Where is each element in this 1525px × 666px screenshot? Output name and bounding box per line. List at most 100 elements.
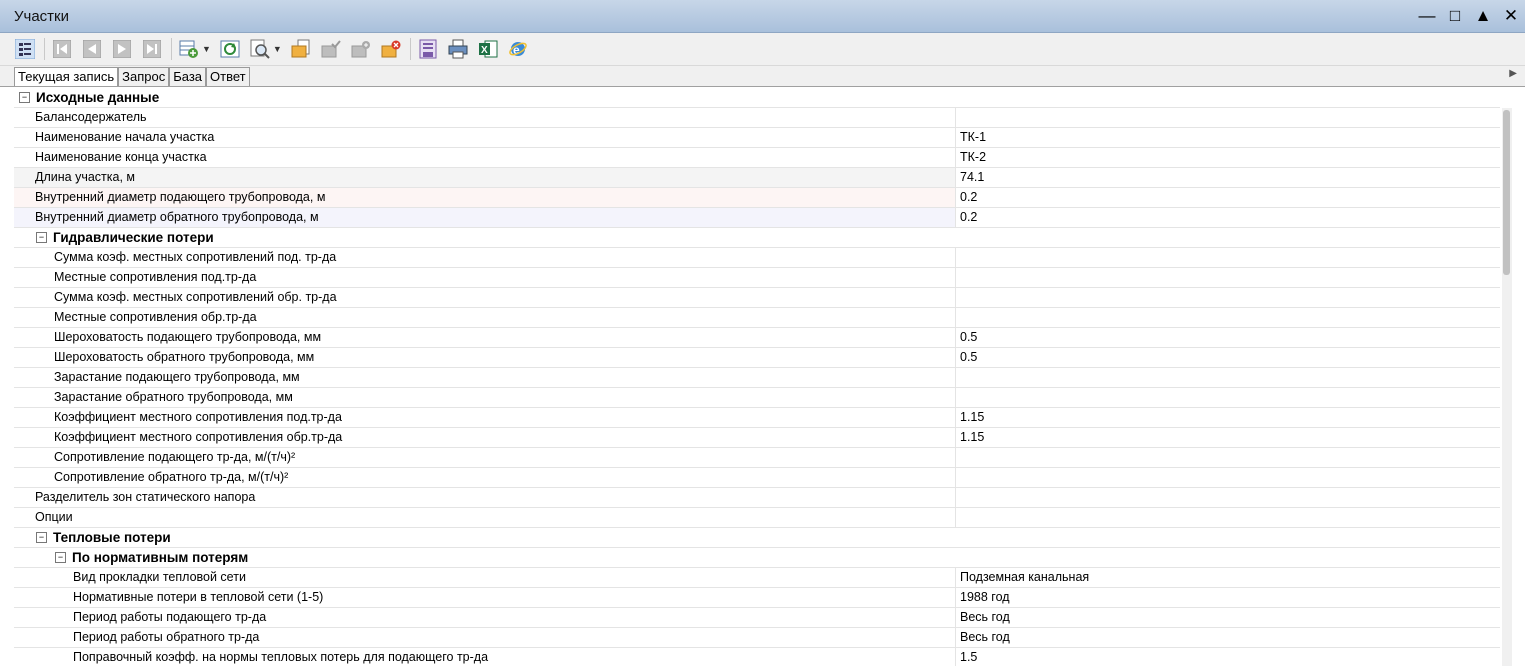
property-value[interactable]: Подземная канальная [956, 568, 1500, 587]
restore-icon[interactable]: ▲ [1469, 6, 1497, 26]
vertical-scrollbar[interactable] [1502, 108, 1512, 666]
property-value[interactable]: 1.5 [956, 648, 1500, 666]
property-row[interactable]: Сумма коэф. местных сопротивлений под. т… [14, 248, 1500, 268]
property-row[interactable]: Сопротивление обратного тр-да, м/(т/ч)² [14, 468, 1500, 488]
previous-record-icon[interactable] [81, 38, 103, 60]
property-row[interactable]: Вид прокладки тепловой сети Подземная кан… [14, 568, 1500, 588]
property-name: Коэффициент местного сопротивления обр.т… [14, 428, 956, 447]
property-row[interactable]: Длина участка, м 74.1 [14, 168, 1500, 188]
collapse-icon[interactable]: − [55, 552, 66, 563]
property-name: Сопротивление обратного тр-да, м/(т/ч)² [14, 468, 956, 487]
preview-search-icon[interactable] [249, 38, 271, 60]
first-record-icon[interactable] [51, 38, 73, 60]
property-row[interactable]: Зарастание подающего трубопровода, мм [14, 368, 1500, 388]
property-value[interactable] [956, 508, 1500, 527]
property-row[interactable]: Наименование начала участка ТК-1 [14, 128, 1500, 148]
property-value[interactable]: 74.1 [956, 168, 1500, 187]
print-icon[interactable] [447, 38, 469, 60]
property-row[interactable]: Разделитель зон статического напора [14, 488, 1500, 508]
category-label: − По нормативным потерям [14, 548, 1500, 567]
tab-query[interactable]: Запрос [118, 67, 170, 86]
category-row[interactable]: − Гидравлические потери [14, 228, 1500, 248]
property-value[interactable] [956, 468, 1500, 487]
scrollbar-thumb[interactable] [1503, 110, 1510, 275]
property-value[interactable] [956, 108, 1500, 127]
tab-scroll-right-icon[interactable]: ▶ [1509, 68, 1517, 79]
property-name: Зарастание обратного трубопровода, мм [14, 388, 956, 407]
tab-answer[interactable]: Ответ [206, 67, 250, 86]
property-row[interactable]: Период работы обратного тр-да Весь год [14, 628, 1500, 648]
property-value[interactable] [956, 488, 1500, 507]
property-row[interactable]: Период работы подающего тр-да Весь год [14, 608, 1500, 628]
property-row[interactable]: Шероховатость обратного трубопровода, мм… [14, 348, 1500, 368]
category-row[interactable]: − Тепловые потери [14, 528, 1500, 548]
property-value[interactable] [956, 368, 1500, 387]
property-value[interactable]: 1.15 [956, 428, 1500, 447]
table-view-icon[interactable] [178, 38, 200, 60]
property-value[interactable]: 0.2 [956, 188, 1500, 207]
property-row[interactable]: Местные сопротивления под.тр-да [14, 268, 1500, 288]
property-value[interactable] [956, 308, 1500, 327]
property-value[interactable]: 0.5 [956, 348, 1500, 367]
property-row[interactable]: Коэффициент местного сопротивления под.т… [14, 408, 1500, 428]
collapse-icon[interactable]: − [19, 92, 30, 103]
next-record-icon[interactable] [111, 38, 133, 60]
chevron-down-icon[interactable]: ▼ [202, 44, 211, 54]
chevron-down-icon[interactable]: ▼ [273, 44, 282, 54]
excel-export-icon[interactable]: X [477, 38, 499, 60]
property-row[interactable]: Сопротивление подающего тр-да, м/(т/ч)² [14, 448, 1500, 468]
minimize-icon[interactable]: — [1413, 6, 1441, 26]
save-report-icon[interactable] [417, 38, 439, 60]
maximize-icon[interactable]: □ [1441, 6, 1469, 26]
property-row[interactable]: Шероховатость подающего трубопровода, мм… [14, 328, 1500, 348]
collapse-icon[interactable]: − [36, 532, 47, 543]
close-icon[interactable]: ✕ [1497, 6, 1525, 26]
property-value[interactable] [956, 288, 1500, 307]
property-row[interactable]: Поправочный коэфф. на нормы тепловых пот… [14, 648, 1500, 666]
property-value[interactable]: 1.15 [956, 408, 1500, 427]
properties-view-icon[interactable] [14, 38, 36, 60]
property-value[interactable] [956, 448, 1500, 467]
delete-record-icon[interactable] [380, 38, 402, 60]
property-row[interactable]: Балансодержатель [14, 108, 1500, 128]
category-label: − Тепловые потери [14, 528, 1500, 547]
property-value[interactable]: Весь год [956, 608, 1500, 627]
refresh-icon[interactable] [219, 38, 241, 60]
accept-record-icon[interactable] [320, 38, 342, 60]
property-name: Шероховатость обратного трубопровода, мм [14, 348, 956, 367]
collapse-icon[interactable]: − [36, 232, 47, 243]
category-row[interactable]: − Исходные данные [14, 88, 1500, 108]
property-value[interactable]: ТК-1 [956, 128, 1500, 147]
toolbar-separator [44, 38, 45, 60]
property-row[interactable]: Наименование конца участка ТК-2 [14, 148, 1500, 168]
property-value[interactable] [956, 268, 1500, 287]
property-value[interactable]: ТК-2 [956, 148, 1500, 167]
property-row[interactable]: Опции [14, 508, 1500, 528]
category-name: Тепловые потери [53, 530, 171, 545]
property-row[interactable]: Внутренний диаметр подающего трубопровод… [14, 188, 1500, 208]
property-row[interactable]: Внутренний диаметр обратного трубопровод… [14, 208, 1500, 228]
property-grid: − Исходные данные Балансодержатель Наименов… [14, 88, 1500, 666]
property-value[interactable] [956, 248, 1500, 267]
tab-database[interactable]: База [169, 67, 207, 86]
property-value[interactable] [956, 388, 1500, 407]
property-value[interactable]: 0.5 [956, 328, 1500, 347]
tab-strip: Текущая запись Запрос База Ответ ▶ [0, 66, 1525, 87]
property-value[interactable]: 0.2 [956, 208, 1500, 227]
property-value[interactable]: Весь год [956, 628, 1500, 647]
property-value[interactable]: 1988 год [956, 588, 1500, 607]
property-row[interactable]: Нормативные потери в тепловой сети (1-5)… [14, 588, 1500, 608]
property-name: Местные сопротивления под.тр-да [14, 268, 956, 287]
category-row[interactable]: − По нормативным потерям [14, 548, 1500, 568]
property-row[interactable]: Местные сопротивления обр.тр-да [14, 308, 1500, 328]
last-record-icon[interactable] [141, 38, 163, 60]
web-browser-icon[interactable]: e [507, 38, 529, 60]
add-record-icon[interactable] [350, 38, 372, 60]
tab-current-record[interactable]: Текущая запись [14, 67, 119, 86]
category-name: По нормативным потерям [72, 550, 249, 565]
property-row[interactable]: Сумма коэф. местных сопротивлений обр. т… [14, 288, 1500, 308]
property-row[interactable]: Коэффициент местного сопротивления обр.т… [14, 428, 1500, 448]
property-name: Внутренний диаметр обратного трубопровод… [14, 208, 956, 227]
new-document-icon[interactable] [290, 38, 312, 60]
property-row[interactable]: Зарастание обратного трубопровода, мм [14, 388, 1500, 408]
